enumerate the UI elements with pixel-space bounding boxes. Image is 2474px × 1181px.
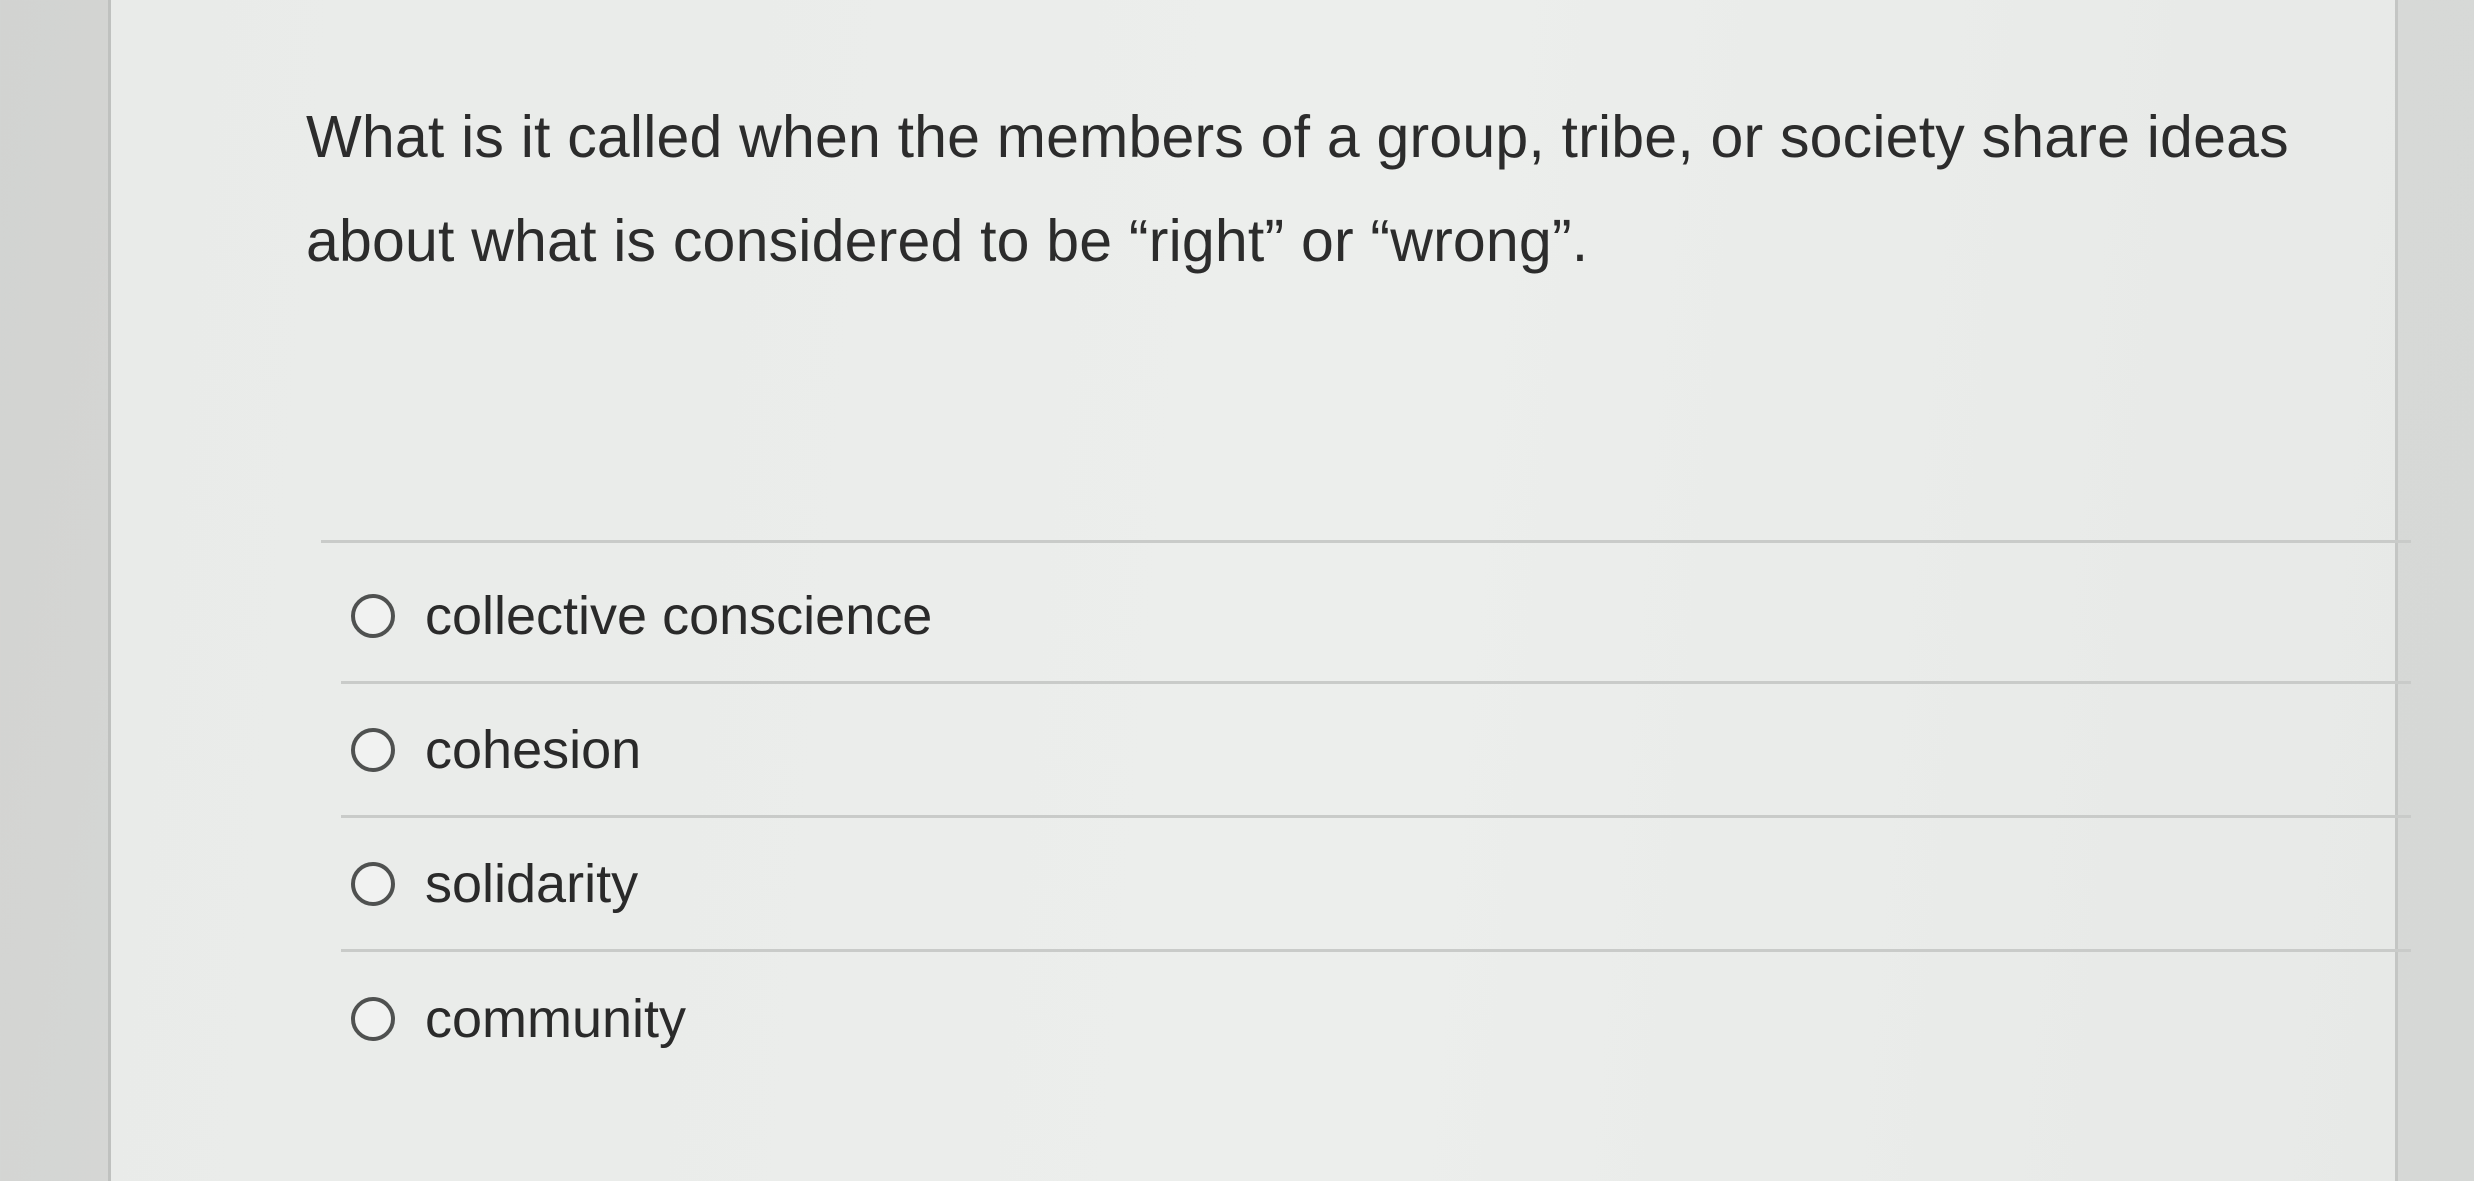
- radio-button-cohesion[interactable]: [351, 727, 395, 772]
- answer-label-collective-conscience[interactable]: collective conscience: [425, 585, 932, 647]
- radio-button-community[interactable]: [351, 997, 395, 1041]
- answer-option-collective-conscience[interactable]: collective conscience: [341, 550, 2411, 684]
- question-card: What is it called when the members of a …: [108, 0, 2411, 1181]
- question-line-2: about what is considered to be “right” o…: [306, 208, 1589, 274]
- radio-button-collective-conscience[interactable]: [351, 593, 395, 638]
- answer-label-solidarity[interactable]: solidarity: [425, 853, 638, 915]
- question-line-1: What is it called when the members of a …: [306, 104, 2289, 170]
- question-text: What is it called when the members of a …: [306, 85, 2466, 293]
- answer-options: collective conscience cohesion solidarit…: [341, 550, 2411, 1086]
- answer-option-community[interactable]: community: [341, 952, 2411, 1086]
- answer-option-cohesion[interactable]: cohesion: [341, 684, 2411, 818]
- answer-option-solidarity[interactable]: solidarity: [341, 818, 2411, 952]
- radio-button-solidarity[interactable]: [351, 861, 395, 906]
- answer-label-community[interactable]: community: [425, 988, 686, 1050]
- answer-label-cohesion[interactable]: cohesion: [425, 719, 641, 781]
- answers-top-divider: [321, 540, 2411, 543]
